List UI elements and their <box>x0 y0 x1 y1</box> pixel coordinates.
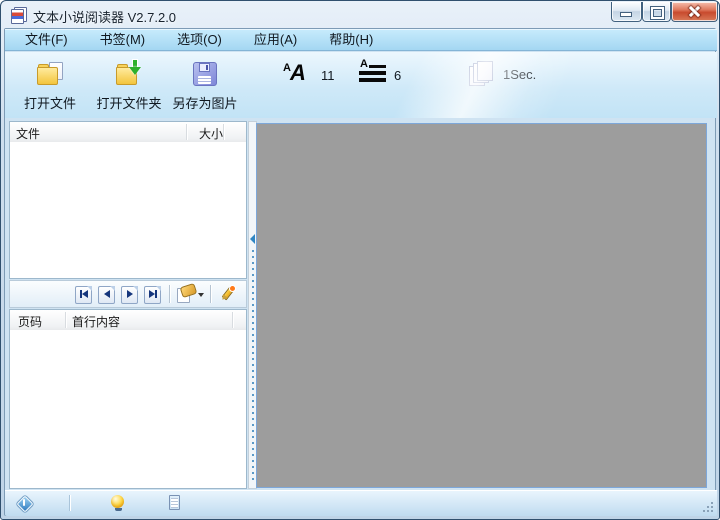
previous-page-button[interactable] <box>96 284 117 305</box>
pencil-dot-icon <box>229 284 236 292</box>
file-list-body[interactable] <box>10 142 246 278</box>
maximize-button[interactable] <box>642 2 671 22</box>
column-header-size[interactable]: 大小 <box>186 125 223 142</box>
close-icon <box>688 5 701 18</box>
save-as-image-button[interactable]: 另存为图片 <box>165 62 245 112</box>
main-toolbar: 打开文件 打开文件夹 另存为图片 AA 11 A 6 1Sec. <box>5 52 717 118</box>
close-button[interactable] <box>671 2 718 22</box>
last-page-button[interactable] <box>142 284 163 305</box>
bookmark-menu-button[interactable] <box>175 282 205 305</box>
statusbar-separator <box>69 495 70 511</box>
resize-grip[interactable] <box>701 500 713 512</box>
menu-help[interactable]: 帮助(H) <box>317 30 385 50</box>
file-list-panel: 文件 大小 <box>9 121 247 279</box>
open-file-folder-document-icon <box>36 62 64 85</box>
bookmark-list-body[interactable] <box>10 330 246 488</box>
column-header-file[interactable]: 文件 <box>16 125 40 142</box>
app-window: 文本小说阅读器 V2.7.2.0 文件(F) 书签(M) 选项(O) 应用(A)… <box>0 0 720 520</box>
splitter-collapse-icon[interactable] <box>250 234 255 244</box>
notepad-icon[interactable] <box>169 495 180 510</box>
open-file-button[interactable]: 打开文件 <box>13 62 87 112</box>
page-interval-group: 1Sec. <box>469 61 536 86</box>
status-bar <box>5 490 717 516</box>
save-floppy-disk-icon <box>193 62 217 86</box>
menu-file[interactable]: 文件(F) <box>13 30 80 50</box>
font-size-group: AA 11 <box>281 60 335 88</box>
bookmark-hand-icon <box>179 282 198 298</box>
info-diamond-icon[interactable] <box>16 495 34 513</box>
app-icon <box>11 7 27 24</box>
next-page-button[interactable] <box>119 284 140 305</box>
line-spacing-group: A 6 <box>359 58 402 84</box>
bookmark-list-header: 页码 首行内容 <box>10 310 246 331</box>
column-header-page-number[interactable]: 页码 <box>18 313 42 330</box>
reader-content-area[interactable] <box>256 123 707 488</box>
menu-bookmark[interactable]: 书签(M) <box>88 30 158 50</box>
open-file-label: 打开文件 <box>23 96 76 111</box>
column-header-first-line[interactable]: 首行内容 <box>72 313 120 330</box>
toolbar-separator <box>210 285 211 303</box>
first-page-button[interactable] <box>73 284 94 305</box>
page-interval-value: 1Sec. <box>503 67 537 82</box>
edit-bookmark-button[interactable] <box>216 284 238 305</box>
maximize-icon <box>651 7 664 19</box>
splitter-dots <box>252 250 254 484</box>
font-size-icon: AA <box>283 60 306 85</box>
save-as-image-label: 另存为图片 <box>172 96 238 111</box>
open-folder-label: 打开文件夹 <box>96 96 162 111</box>
menu-options[interactable]: 选项(O) <box>165 30 234 50</box>
line-spacing-icon: A <box>359 58 386 84</box>
minimize-button[interactable] <box>611 2 642 22</box>
lamp-icon[interactable] <box>111 495 125 512</box>
file-list-header: 文件 大小 <box>10 122 246 143</box>
window-controls <box>611 2 718 22</box>
bookmark-list-panel: 页码 首行内容 <box>9 309 247 489</box>
bookmark-nav-toolbar <box>9 280 247 308</box>
menu-apply[interactable]: 应用(A) <box>242 30 309 50</box>
menu-bar: 文件(F) 书签(M) 选项(O) 应用(A) 帮助(H) <box>5 29 717 51</box>
open-folder-button[interactable]: 打开文件夹 <box>89 60 169 112</box>
chevron-down-icon[interactable] <box>198 292 204 297</box>
line-spacing-value: 6 <box>394 68 402 83</box>
font-size-value: 11 <box>321 68 335 83</box>
titlebar[interactable]: 文本小说阅读器 V2.7.2.0 <box>1 1 719 28</box>
page-interval-pages-icon <box>469 61 495 86</box>
minimize-icon <box>621 13 631 16</box>
open-folder-green-arrow-icon <box>115 60 143 85</box>
window-title: 文本小说阅读器 V2.7.2.0 <box>33 10 177 25</box>
toolbar-separator <box>169 285 170 303</box>
